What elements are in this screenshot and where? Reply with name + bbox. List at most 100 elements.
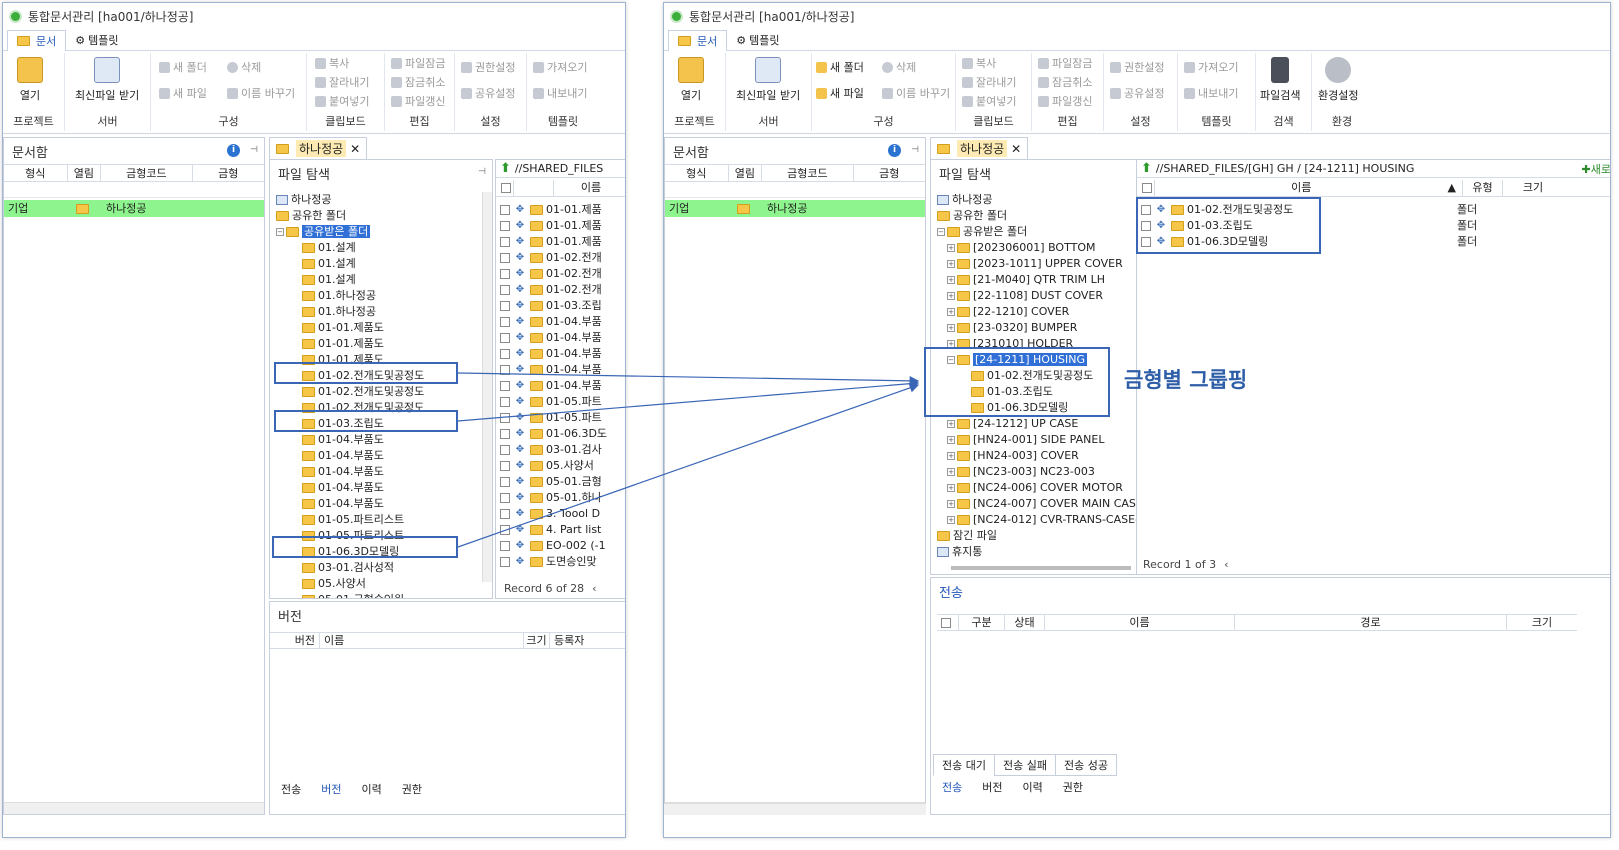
checkbox[interactable] — [500, 237, 510, 247]
cut-button[interactable]: 잘라내기 — [315, 74, 369, 90]
list-item[interactable]: ✥ 01-01.제품 — [496, 234, 607, 250]
col-open[interactable]: 열림 — [68, 165, 102, 181]
perm-settings-button[interactable]: 권한설정 — [461, 59, 515, 75]
tree-node-root[interactable]: 하나정공 — [937, 192, 1155, 208]
list-item[interactable]: ✥ 01-02.전개 — [496, 282, 607, 298]
col-type[interactable]: 형식 — [4, 165, 68, 181]
delete-button[interactable]: 삭제 — [227, 59, 261, 75]
col-mold-code[interactable]: 금형코드 — [101, 165, 193, 181]
checkbox[interactable] — [500, 205, 510, 215]
copy-button[interactable]: 복사 — [962, 55, 996, 71]
file-search-button[interactable]: 파일검색 — [1260, 57, 1300, 103]
col-registrant[interactable]: 등록자 — [550, 633, 610, 648]
checkbox[interactable] — [500, 381, 510, 391]
export-button[interactable]: 내보내기 — [533, 85, 587, 101]
open-button[interactable]: 열기 — [678, 57, 704, 103]
tree-node[interactable]: 01-04.부품도 — [302, 480, 424, 496]
perm-settings-button[interactable]: 권한설정 — [1110, 59, 1164, 75]
cut-button[interactable]: 잘라내기 — [962, 74, 1016, 90]
col-name[interactable]: 이름 — [554, 180, 625, 196]
checkbox[interactable] — [500, 285, 510, 295]
col-name[interactable]: 이름 — [1045, 615, 1235, 630]
list-item[interactable]: ✥ 01-05.파트 — [496, 394, 607, 410]
tree-node[interactable]: + [NC24-006] COVER MOTOR — [947, 480, 1155, 496]
delete-button[interactable]: 삭제 — [882, 59, 916, 75]
tree-node[interactable]: + [NC24-012] CVR-TRANS-CASE-END — [947, 512, 1155, 528]
checkbox[interactable] — [500, 333, 510, 343]
file-refresh-button[interactable]: 파일갱신 — [1038, 93, 1092, 109]
vertical-scrollbar[interactable] — [482, 192, 492, 582]
tab-permission[interactable]: 권한 — [1053, 779, 1093, 795]
horizontal-scrollbar[interactable] — [951, 566, 1131, 570]
tree-node[interactable]: 01-01.제품도 — [302, 336, 424, 352]
import-button[interactable]: 가져오기 — [533, 59, 587, 75]
col-name[interactable]: 이름 — [320, 633, 524, 648]
paste-button[interactable]: 붙여넣기 — [962, 93, 1016, 109]
tree-node[interactable]: 01.설계 — [302, 272, 424, 288]
list-item[interactable]: ✥ 05-01.금형 — [496, 474, 607, 490]
tree-node-root[interactable]: 하나정공 — [276, 192, 424, 208]
list-item[interactable]: ✥ 01-02.전개 — [496, 266, 607, 282]
horizontal-scrollbar[interactable] — [664, 803, 926, 815]
tree-node[interactable]: 01.설계 — [302, 256, 424, 272]
list-item[interactable]: ✥ 01-02.전개 — [496, 250, 607, 266]
tab-pending[interactable]: 전송 대기 — [933, 754, 995, 776]
tree-node-received[interactable]: − 공유받은 폴더 — [937, 224, 1155, 240]
tab-history[interactable]: 이력 — [1013, 779, 1053, 795]
path-bar[interactable]: ⬆//SHARED_FILES — [496, 160, 625, 178]
expand-icon[interactable]: + — [947, 244, 955, 252]
checkbox[interactable] — [500, 477, 510, 487]
checkbox[interactable] — [1142, 183, 1152, 193]
col-size[interactable]: 크기 — [1503, 180, 1563, 196]
col-mold[interactable]: 금형 — [854, 165, 925, 181]
tab-template[interactable]: ⚙ 템플릿 — [727, 30, 788, 50]
tab-document[interactable]: 문서 — [7, 30, 67, 51]
tab-transfer[interactable]: 전송 — [271, 781, 311, 797]
tree-node[interactable]: 01-02.전개도및공정도 — [302, 384, 424, 400]
col-mold[interactable]: 금형 — [193, 165, 264, 181]
collapse-icon[interactable]: − — [276, 228, 284, 236]
tree-node[interactable]: + [HN24-003] COVER — [947, 448, 1155, 464]
close-icon[interactable]: ✕ — [350, 142, 360, 156]
list-item[interactable]: ✥ 01-06.3D도 — [496, 426, 607, 442]
list-item[interactable]: ✥ 4. Part list — [496, 522, 607, 538]
checkbox[interactable] — [500, 269, 510, 279]
expand-icon[interactable]: + — [947, 484, 955, 492]
table-row[interactable]: 기업 하나정공 — [665, 200, 925, 217]
paste-button[interactable]: 붙여넣기 — [315, 93, 369, 109]
list-item[interactable]: ✥ 도면승인맞 — [496, 554, 607, 570]
scroll-left-icon[interactable]: ‹ — [592, 582, 596, 595]
expand-icon[interactable]: + — [947, 308, 955, 316]
tree-node[interactable]: + [HN24-001] SIDE PANEL — [947, 432, 1155, 448]
new-file-button[interactable]: 새 파일 — [159, 85, 207, 101]
pin-icon[interactable]: ⊣ — [478, 167, 486, 177]
file-refresh-button[interactable]: 파일갱신 — [391, 93, 445, 109]
checkbox[interactable] — [500, 365, 510, 375]
col-size[interactable]: 크기 — [524, 633, 550, 648]
checkbox[interactable] — [500, 413, 510, 423]
open-button[interactable]: 열기 — [17, 57, 43, 103]
pin-icon[interactable]: ⊣ — [250, 145, 258, 155]
col-mold-code[interactable]: 금형코드 — [762, 165, 854, 181]
col-version[interactable]: 버전 — [270, 633, 320, 648]
tree-node[interactable]: 01.하나정공 — [302, 304, 424, 320]
doc-tab[interactable]: 하나정공 ✕ — [930, 137, 1029, 159]
expand-icon[interactable]: + — [947, 436, 955, 444]
tab-document[interactable]: 문서 — [668, 30, 728, 51]
tree-node[interactable]: + [NC23-003] NC23-003 — [947, 464, 1155, 480]
expand-icon[interactable]: + — [947, 516, 955, 524]
checkbox[interactable] — [500, 525, 510, 535]
filter-row[interactable] — [4, 182, 264, 198]
list-item[interactable]: ✥ 01-04.부품 — [496, 378, 607, 394]
tree-node[interactable]: + [2023-1011] UPPER COVER — [947, 256, 1155, 272]
checkbox[interactable] — [500, 509, 510, 519]
checkbox[interactable] — [500, 221, 510, 231]
checkbox[interactable] — [500, 493, 510, 503]
new-file-button[interactable]: 새 파일 — [816, 85, 864, 101]
info-icon[interactable]: i — [227, 144, 240, 157]
col-status[interactable]: 상태 — [1005, 615, 1045, 630]
col-type[interactable]: 유형 — [1463, 180, 1503, 196]
tab-permission[interactable]: 권한 — [392, 781, 432, 797]
list-item[interactable]: ✥ 01-04.부품 — [496, 346, 607, 362]
path-bar[interactable]: ⬆//SHARED_FILES/[GH] GH / [24-1211] HOUS… — [1137, 160, 1610, 178]
